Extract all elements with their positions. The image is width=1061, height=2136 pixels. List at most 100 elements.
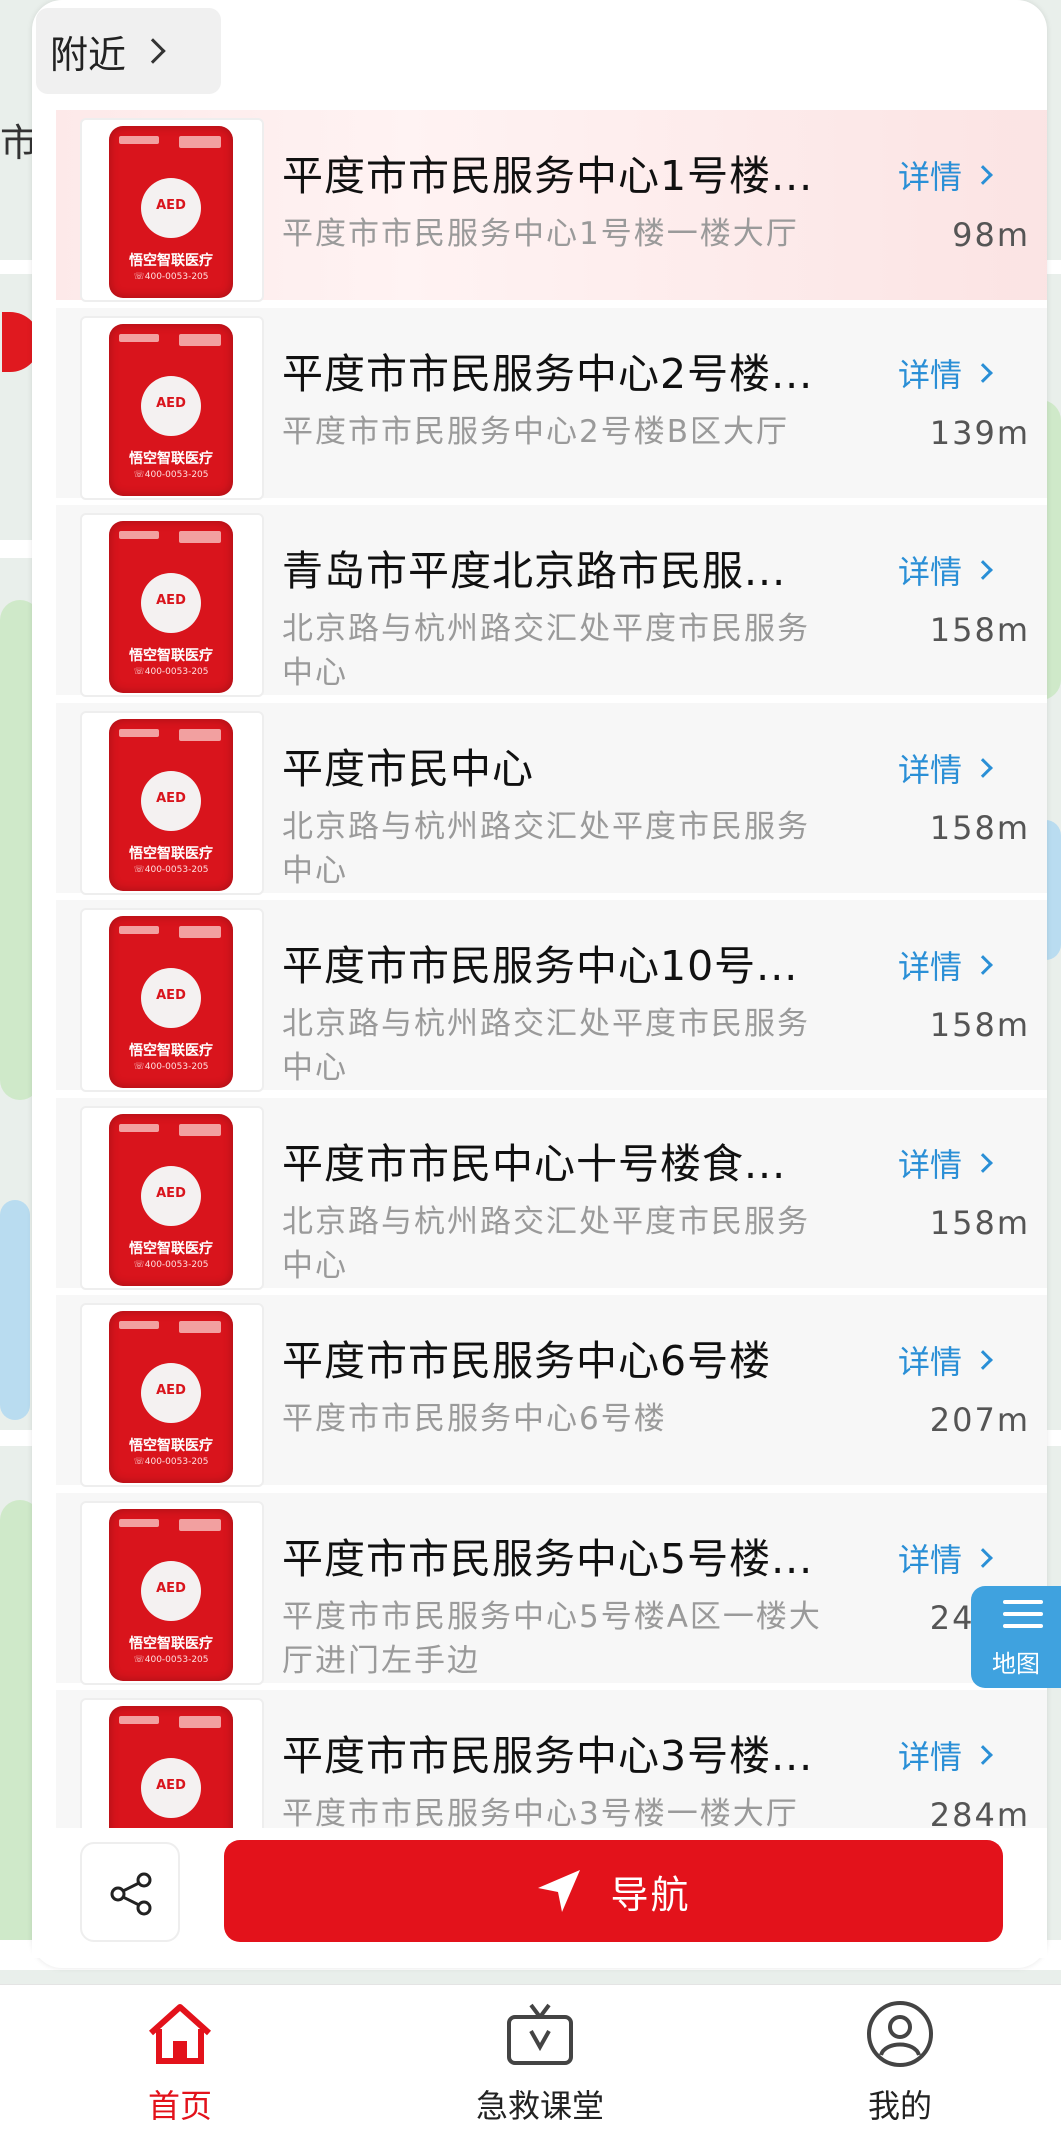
chevron-right-icon bbox=[973, 955, 993, 975]
map-view-label: 地图 bbox=[992, 1650, 1040, 1678]
tab-home-label: 首页 bbox=[147, 2087, 212, 2125]
aed-brand: 悟空智联医疗 bbox=[129, 1240, 213, 1257]
aed-address: 平度市市民服务中心5号楼A区一楼大厅进门左手边 bbox=[282, 1598, 822, 1679]
aed-address: 北京路与杭州路交汇处平度市民服务中心 bbox=[282, 1203, 810, 1284]
aed-brand: 悟空智联医疗 bbox=[129, 1043, 213, 1059]
aed-thumbnail[interactable]: AED 悟空智联医疗 ☏400-0053-205 bbox=[80, 513, 264, 697]
aed-title: 平度市市民服务中心2号楼... bbox=[282, 349, 814, 398]
aed-device-image: AED 悟空智联医疗 ☏400-0053-205 bbox=[109, 521, 233, 693]
detail-link[interactable]: 详情 bbox=[898, 942, 993, 988]
tab-first-aid-class[interactable]: 急救课堂 bbox=[440, 1999, 640, 2127]
heart-icon: AED bbox=[141, 770, 201, 831]
detail-label: 详情 bbox=[898, 1540, 963, 1579]
navigation-arrow-icon bbox=[538, 1870, 581, 1912]
detail-label: 详情 bbox=[898, 355, 963, 394]
tab-profile[interactable]: 我的 bbox=[800, 1999, 1000, 2127]
detail-link[interactable]: 详情 bbox=[898, 350, 993, 396]
aed-list-item[interactable]: AED 悟空智联医疗 ☏400-0053-205 青岛市平度北京路市民服... 北京路与… bbox=[56, 505, 1047, 697]
aed-list-item[interactable]: AED 悟空智联医疗 ☏400-0053-205 平度市市民服务中心10号... 北京路… bbox=[56, 900, 1047, 1092]
heart-icon: AED bbox=[141, 1165, 201, 1226]
aed-title: 平度市市民中心十号楼食... bbox=[282, 1139, 787, 1188]
detail-label: 详情 bbox=[898, 750, 963, 789]
tab-home[interactable]: 首页 bbox=[80, 1999, 280, 2127]
aed-title: 平度市市民服务中心3号楼... bbox=[282, 1732, 814, 1780]
nearby-filter-button[interactable]: 附近 bbox=[36, 8, 221, 94]
aed-thumbnail[interactable]: AED悟空智联医疗☏400-0053-205 bbox=[80, 710, 264, 895]
aed-address: 平度市市民服务中心1号楼一楼大厅 bbox=[282, 216, 799, 252]
aed-brand: 悟空智联医疗 bbox=[129, 1438, 213, 1454]
aed-address: 平度市市民服务中心2号楼B区大厅 bbox=[282, 413, 789, 450]
chevron-right-icon bbox=[973, 165, 993, 185]
detail-label: 详情 bbox=[898, 1343, 963, 1381]
list-icon bbox=[1003, 1600, 1043, 1634]
aed-distance: 284m bbox=[929, 1796, 1030, 1830]
detail-label: 详情 bbox=[898, 553, 963, 591]
aed-address: 北京路与杭州路交汇处平度市民服务中心 bbox=[282, 1006, 810, 1086]
aed-device-image: AED悟空智联医疗☏400-0053-205 bbox=[109, 1311, 233, 1483]
navigate-button[interactable]: 导航 bbox=[224, 1840, 1003, 1942]
aed-thumbnail[interactable]: AED悟空智联医疗☏400-0053-205 bbox=[80, 1303, 264, 1487]
aed-list-sheet: 附近 AED 悟空智联医疗 ☏400-0053-205 平度市市民服务中心1号楼...… bbox=[32, 0, 1047, 1968]
aed-device-image: AED悟空智联医疗☏400-0053-205 bbox=[109, 1706, 233, 1830]
share-button[interactable] bbox=[80, 1842, 180, 1942]
tab-first-aid-label: 急救课堂 bbox=[475, 2087, 604, 2125]
aed-list-item[interactable]: AED 悟空智联医疗 ☏400-0053-205 平度市市民中心十号楼食... 北京路与… bbox=[56, 1097, 1047, 1290]
chevron-right-icon bbox=[973, 757, 993, 778]
detail-link[interactable]: 详情 bbox=[898, 152, 993, 198]
aed-list-item[interactable]: AED悟空智联医疗☏400-0053-205 平度市市民服务中心3号楼... 平度市… bbox=[56, 1690, 1047, 1830]
heart-icon: AED bbox=[141, 375, 201, 436]
aed-address: 北京路与杭州路交汇处平度市民服务中心 bbox=[282, 808, 810, 889]
aed-phone: ☏400-0053-205 bbox=[133, 469, 209, 480]
aed-list-item[interactable]: AED 悟空智联医疗 ☏400-0053-205 平度市民中心 北京路与杭州路交汇处平度… bbox=[56, 702, 1047, 895]
aed-address: 北京路与杭州路交汇处平度市民服务中心 bbox=[282, 611, 810, 691]
detail-link[interactable]: 详情 bbox=[898, 1732, 993, 1778]
aed-title: 平度市市民服务中心1号楼... bbox=[282, 152, 814, 200]
chevron-right-icon bbox=[973, 1547, 993, 1568]
map-view-button[interactable]: 地图 bbox=[971, 1586, 1061, 1688]
bottom-navigation: 首页 急救课堂 我的 bbox=[0, 1984, 1061, 2136]
detail-label: 详情 bbox=[898, 948, 963, 986]
aed-brand: 悟空智联医疗 bbox=[129, 450, 213, 467]
aed-thumbnail[interactable]: AED 悟空智联医疗 ☏400-0053-205 bbox=[80, 315, 264, 500]
chevron-right-icon bbox=[973, 560, 993, 580]
aed-title: 平度市市民服务中心10号... bbox=[282, 942, 799, 990]
detail-link[interactable]: 详情 bbox=[898, 1140, 993, 1186]
aed-list-item[interactable]: AED 悟空智联医疗 ☏400-0053-205 平度市市民服务中心2号楼... 平度市… bbox=[56, 307, 1047, 500]
aed-list-item[interactable]: AED 悟空智联医疗 ☏400-0053-205 平度市市民服务中心1号楼... 平度市… bbox=[56, 110, 1047, 302]
chevron-right-icon bbox=[140, 38, 166, 64]
user-icon bbox=[865, 1999, 935, 2069]
aed-phone: ☏400-0053-205 bbox=[133, 1259, 209, 1270]
aed-phone: ☏400-0053-205 bbox=[133, 1457, 209, 1467]
aed-device-image: AED 悟空智联医疗 ☏400-0053-205 bbox=[109, 323, 233, 496]
aed-thumbnail[interactable]: AED悟空智联医疗☏400-0053-205 bbox=[80, 908, 264, 1092]
aed-brand: 悟空智联医疗 bbox=[129, 648, 213, 664]
aed-thumbnail[interactable]: AED悟空智联医疗☏400-0053-205 bbox=[80, 1500, 264, 1685]
detail-link[interactable]: 详情 bbox=[898, 1337, 993, 1383]
aed-device-image: AED 悟空智联医疗 ☏400-0053-205 bbox=[109, 1113, 233, 1286]
heart-icon: AED bbox=[141, 573, 201, 633]
aed-phone: ☏400-0053-205 bbox=[133, 667, 209, 677]
heart-icon: AED bbox=[141, 1560, 201, 1621]
aed-distance: 98m bbox=[952, 216, 1030, 254]
detail-label: 详情 bbox=[898, 1738, 963, 1776]
aed-title: 平度市市民服务中心6号楼 bbox=[282, 1337, 772, 1385]
aed-list-item[interactable]: AED 悟空智联医疗 ☏400-0053-205 平度市市民服务中心6号楼 平度市市民服… bbox=[56, 1295, 1047, 1487]
detail-link[interactable]: 详情 bbox=[898, 1535, 993, 1581]
aed-list-item[interactable]: AED 悟空智联医疗 ☏400-0053-205 平度市市民服务中心5号楼... 平度市… bbox=[56, 1492, 1047, 1685]
aed-distance: 139m bbox=[929, 413, 1030, 452]
aed-phone: ☏400-0053-205 bbox=[133, 1654, 209, 1665]
aed-distance: 158m bbox=[929, 611, 1030, 649]
aed-thumbnail[interactable]: AED悟空智联医疗☏400-0053-205 bbox=[80, 118, 264, 302]
aed-thumbnail[interactable]: AED 悟空智联医疗 ☏400-0053-205 bbox=[80, 1105, 264, 1290]
chevron-right-icon bbox=[973, 362, 993, 383]
heart-icon: AED bbox=[141, 1758, 201, 1818]
detail-link[interactable]: 详情 bbox=[898, 745, 993, 791]
aed-brand: 悟空智联医疗 bbox=[129, 253, 213, 269]
detail-link[interactable]: 详情 bbox=[898, 547, 993, 593]
aed-device-image: AED悟空智联医疗☏400-0053-205 bbox=[109, 718, 233, 891]
chevron-right-icon bbox=[973, 1350, 993, 1370]
aed-thumbnail[interactable]: AED悟空智联医疗☏400-0053-205 bbox=[80, 1698, 264, 1830]
aed-list[interactable]: AED 悟空智联医疗 ☏400-0053-205 平度市市民服务中心1号楼... 平度市… bbox=[56, 110, 1047, 1830]
aed-address: 平度市市民服务中心6号楼 bbox=[282, 1401, 667, 1437]
aed-distance: 207m bbox=[929, 1401, 1030, 1439]
